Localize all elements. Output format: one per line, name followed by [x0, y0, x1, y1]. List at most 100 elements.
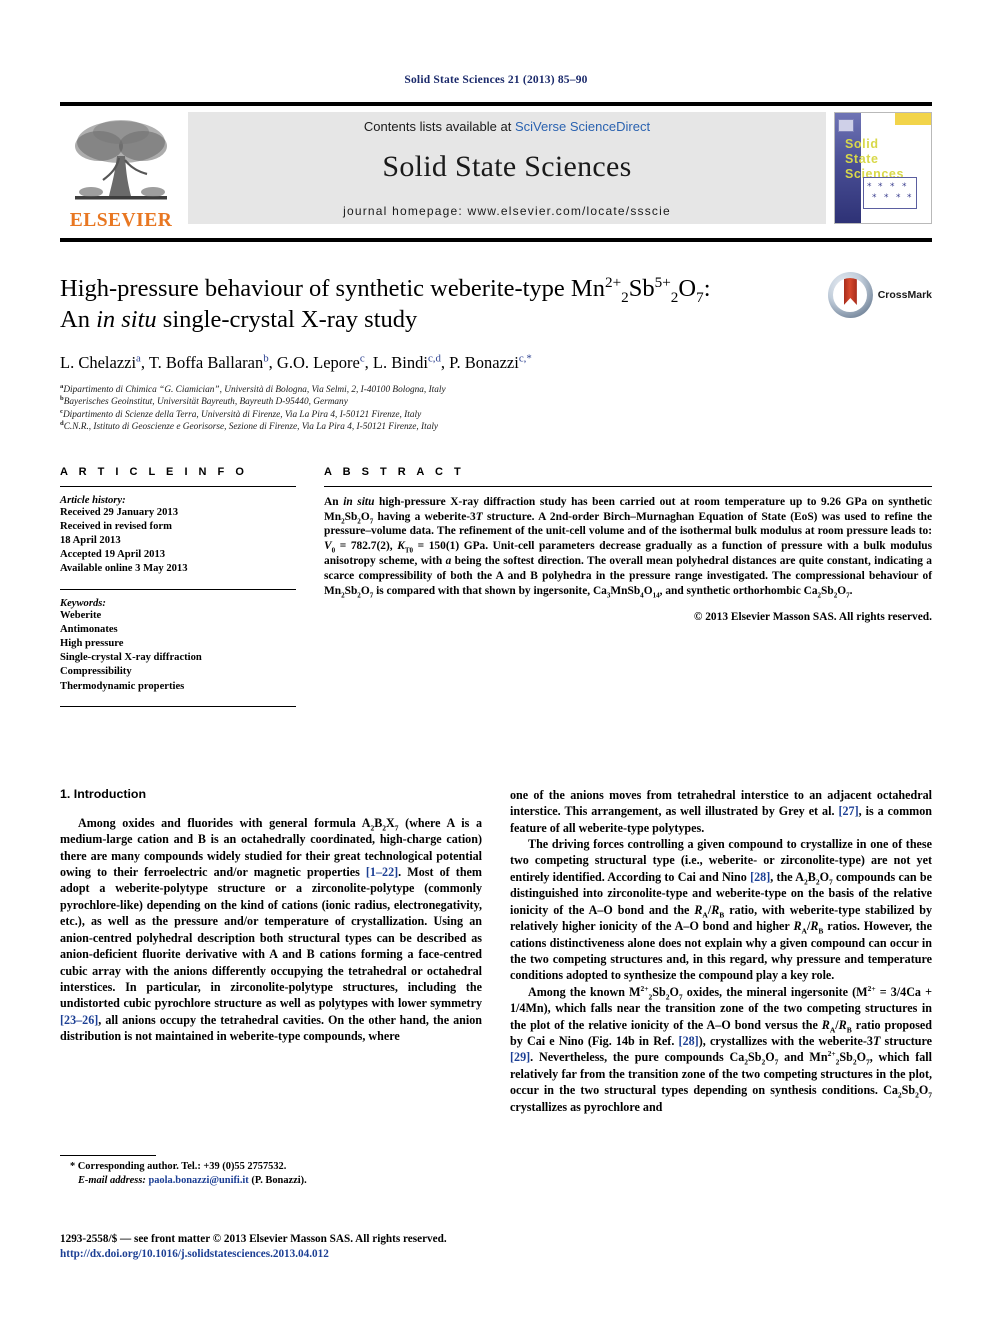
crossmark-badge[interactable]: CrossMark [828, 269, 932, 321]
info-abstract-section: A R T I C L E I N F O Article history: R… [60, 466, 932, 715]
svg-text:*: * [896, 193, 901, 203]
title-sub-o: 7 [696, 288, 704, 306]
elsevier-logo: ELSEVIER [60, 106, 182, 232]
cover-title-line-2: State [845, 152, 879, 166]
front-matter-line: 1293-2558/$ — see front matter © 2013 El… [60, 1233, 447, 1245]
svg-text:*: * [867, 182, 872, 192]
title-sup-mn: 2+ [604, 273, 622, 291]
cover-title-line-1: Solid [845, 137, 879, 151]
title-part-o: O [678, 275, 697, 302]
keyword-item: High pressure [60, 638, 124, 650]
history-line: Received in revised form [60, 520, 172, 532]
affiliation-list: aDipartimento di Chimica “G. Ciamician”,… [60, 383, 932, 434]
title-sup-sb: 5+ [654, 273, 671, 291]
author-affil-mark: b [263, 352, 269, 365]
keyword-item: Single-crystal X-ray diffraction [60, 652, 202, 664]
affiliation-item: aDipartimento di Chimica “G. Ciamician”,… [60, 383, 932, 396]
keyword-item: Antimonates [60, 623, 118, 635]
affiliation-item: dC.N.R., Istituto di Geoscienze e Georis… [60, 420, 932, 433]
affiliation-text: C.N.R., Istituto di Geoscienze e Georiso… [63, 422, 439, 433]
svg-text:*: * [872, 193, 877, 203]
author-affil-mark: c,* [518, 352, 532, 365]
doi-link[interactable]: http://dx.doi.org/10.1016/j.solidstatesc… [60, 1247, 560, 1262]
email-note: E-mail address: paola.bonazzi@unifi.it (… [60, 1174, 482, 1188]
author-name[interactable]: L. Chelazzi [60, 353, 136, 372]
abstract-text: An in situ high-pressure X-ray diffracti… [324, 495, 933, 600]
email-label: E-mail address: [78, 1174, 146, 1186]
journal-homepage[interactable]: journal homepage: www.elsevier.com/locat… [343, 204, 671, 218]
title-part-1: High-pressure behaviour of synthetic web… [60, 275, 605, 302]
crossmark-icon [828, 272, 873, 318]
keyword-item: Weberite [60, 609, 102, 621]
affiliation-item: bBayerisches Geoinstitut, Universität Ba… [60, 395, 932, 408]
keywords-bottom-divider [60, 705, 296, 707]
body-paragraph: Among the known M2+2Sb2O7 oxides, the mi… [510, 983, 933, 1114]
page-footer: 1293-2558/$ — see front matter © 2013 El… [60, 1232, 560, 1262]
keywords-divider [60, 588, 296, 590]
title-line2-italic: in situ [96, 306, 157, 333]
elsevier-tree-icon [75, 119, 167, 199]
journal-title: Solid State Sciences [382, 149, 632, 183]
article-info-divider [60, 485, 296, 487]
title-sub-mn: 2 [621, 288, 629, 306]
author-affil-mark: a [136, 352, 141, 365]
footnote-rule [60, 1155, 156, 1156]
abstract-copyright: © 2013 Elsevier Masson SAS. All rights r… [693, 610, 932, 623]
article-page: Solid State Sciences 21 (2013) 85–90 ELS… [0, 0, 992, 1323]
svg-text:*: * [884, 193, 889, 203]
svg-text:*: * [907, 193, 912, 203]
article-info-heading: A R T I C L E I N F O [60, 465, 248, 478]
journal-cover-thumbnail[interactable]: Solid State Sciences * * * * * * * * [834, 112, 932, 224]
keywords-label: Keywords: [60, 597, 106, 609]
author-affil-mark: c,d [427, 352, 441, 365]
cover-figure-icon: * * * * * * * * [863, 177, 917, 209]
title-line2-part2: single-crystal X-ray study [156, 306, 418, 333]
author-name[interactable]: P. Bonazzi [449, 353, 519, 372]
title-colon: : [703, 275, 711, 302]
body-paragraph: one of the anions moves from tetrahedral… [510, 787, 933, 835]
keyword-item: Compressibility [60, 666, 132, 678]
sciencedirect-link[interactable]: SciVerse ScienceDirect [515, 119, 650, 134]
svg-text:*: * [878, 182, 883, 192]
title-line2-part1: An [60, 306, 97, 333]
running-head: Solid State Sciences 21 (2013) 85–90 [404, 74, 588, 86]
author-name[interactable]: T. Boffa Ballaran [149, 353, 263, 372]
footnote-block: * Corresponding author. Tel.: +39 (0)55 … [60, 1155, 482, 1187]
body-paragraph: Among oxides and fluorides with general … [60, 815, 482, 1044]
crossmark-label: CrossMark [877, 289, 932, 301]
body-columns: 1. Introduction Among oxides and fluorid… [60, 787, 932, 1115]
keyword-item: Thermodynamic properties [60, 680, 185, 692]
author-name[interactable]: L. Bindi [373, 353, 428, 372]
history-line: Available online 3 May 2013 [60, 563, 188, 575]
cover-title-text: Solid State Sciences [845, 137, 904, 182]
author-list: L. Chelazzia, T. Boffa Ballaranb, G.O. L… [60, 352, 532, 372]
cover-yellow-tab [895, 113, 931, 125]
body-column-right: one of the anions moves from tetrahedral… [510, 787, 932, 1115]
history-label: Article history: [60, 494, 126, 506]
affiliation-text: Dipartimento di Chimica “G. Ciamician”, … [63, 385, 446, 395]
history-line: Received 29 January 2013 [60, 506, 178, 518]
abstract-column: A B S T R A C T An in situ high-pressure… [324, 466, 932, 715]
author-affil-mark: c [359, 352, 365, 365]
history-line: 18 April 2013 [60, 535, 121, 547]
affiliation-text: Dipartimento di Scienze della Terra, Uni… [62, 409, 422, 420]
header-rule-bottom [60, 238, 932, 242]
email-owner: (P. Bonazzi). [251, 1174, 307, 1186]
journal-header-band: ELSEVIER Contents lists available at Sci… [60, 102, 932, 242]
email-link[interactable]: paola.bonazzi@unifi.it [148, 1175, 248, 1186]
affiliation-item: cDipartimento di Scienze della Terra, Un… [60, 408, 932, 421]
cover-crystal-icon: * * * * * * * * [867, 182, 912, 203]
abstract-heading: A B S T R A C T [324, 465, 465, 478]
body-paragraph: The driving forces controlling a given c… [510, 837, 933, 983]
contents-available-line: Contents lists available at SciVerse Sci… [364, 119, 650, 134]
page-title: High-pressure behaviour of synthetic web… [60, 273, 820, 335]
title-block: CrossMark High-pressure behaviour of syn… [60, 272, 932, 434]
section-heading-introduction: 1. Introduction [60, 786, 147, 801]
body-column-left: 1. Introduction Among oxides and fluorid… [60, 787, 482, 1115]
svg-text:*: * [902, 182, 907, 192]
corresponding-author-note: * Corresponding author. Tel.: +39 (0)55 … [70, 1161, 287, 1172]
author-name[interactable]: G.O. Lepore [277, 353, 360, 372]
title-part-sb: Sb [628, 275, 655, 302]
abstract-divider [324, 485, 932, 487]
cover-corner-icon [838, 119, 854, 132]
